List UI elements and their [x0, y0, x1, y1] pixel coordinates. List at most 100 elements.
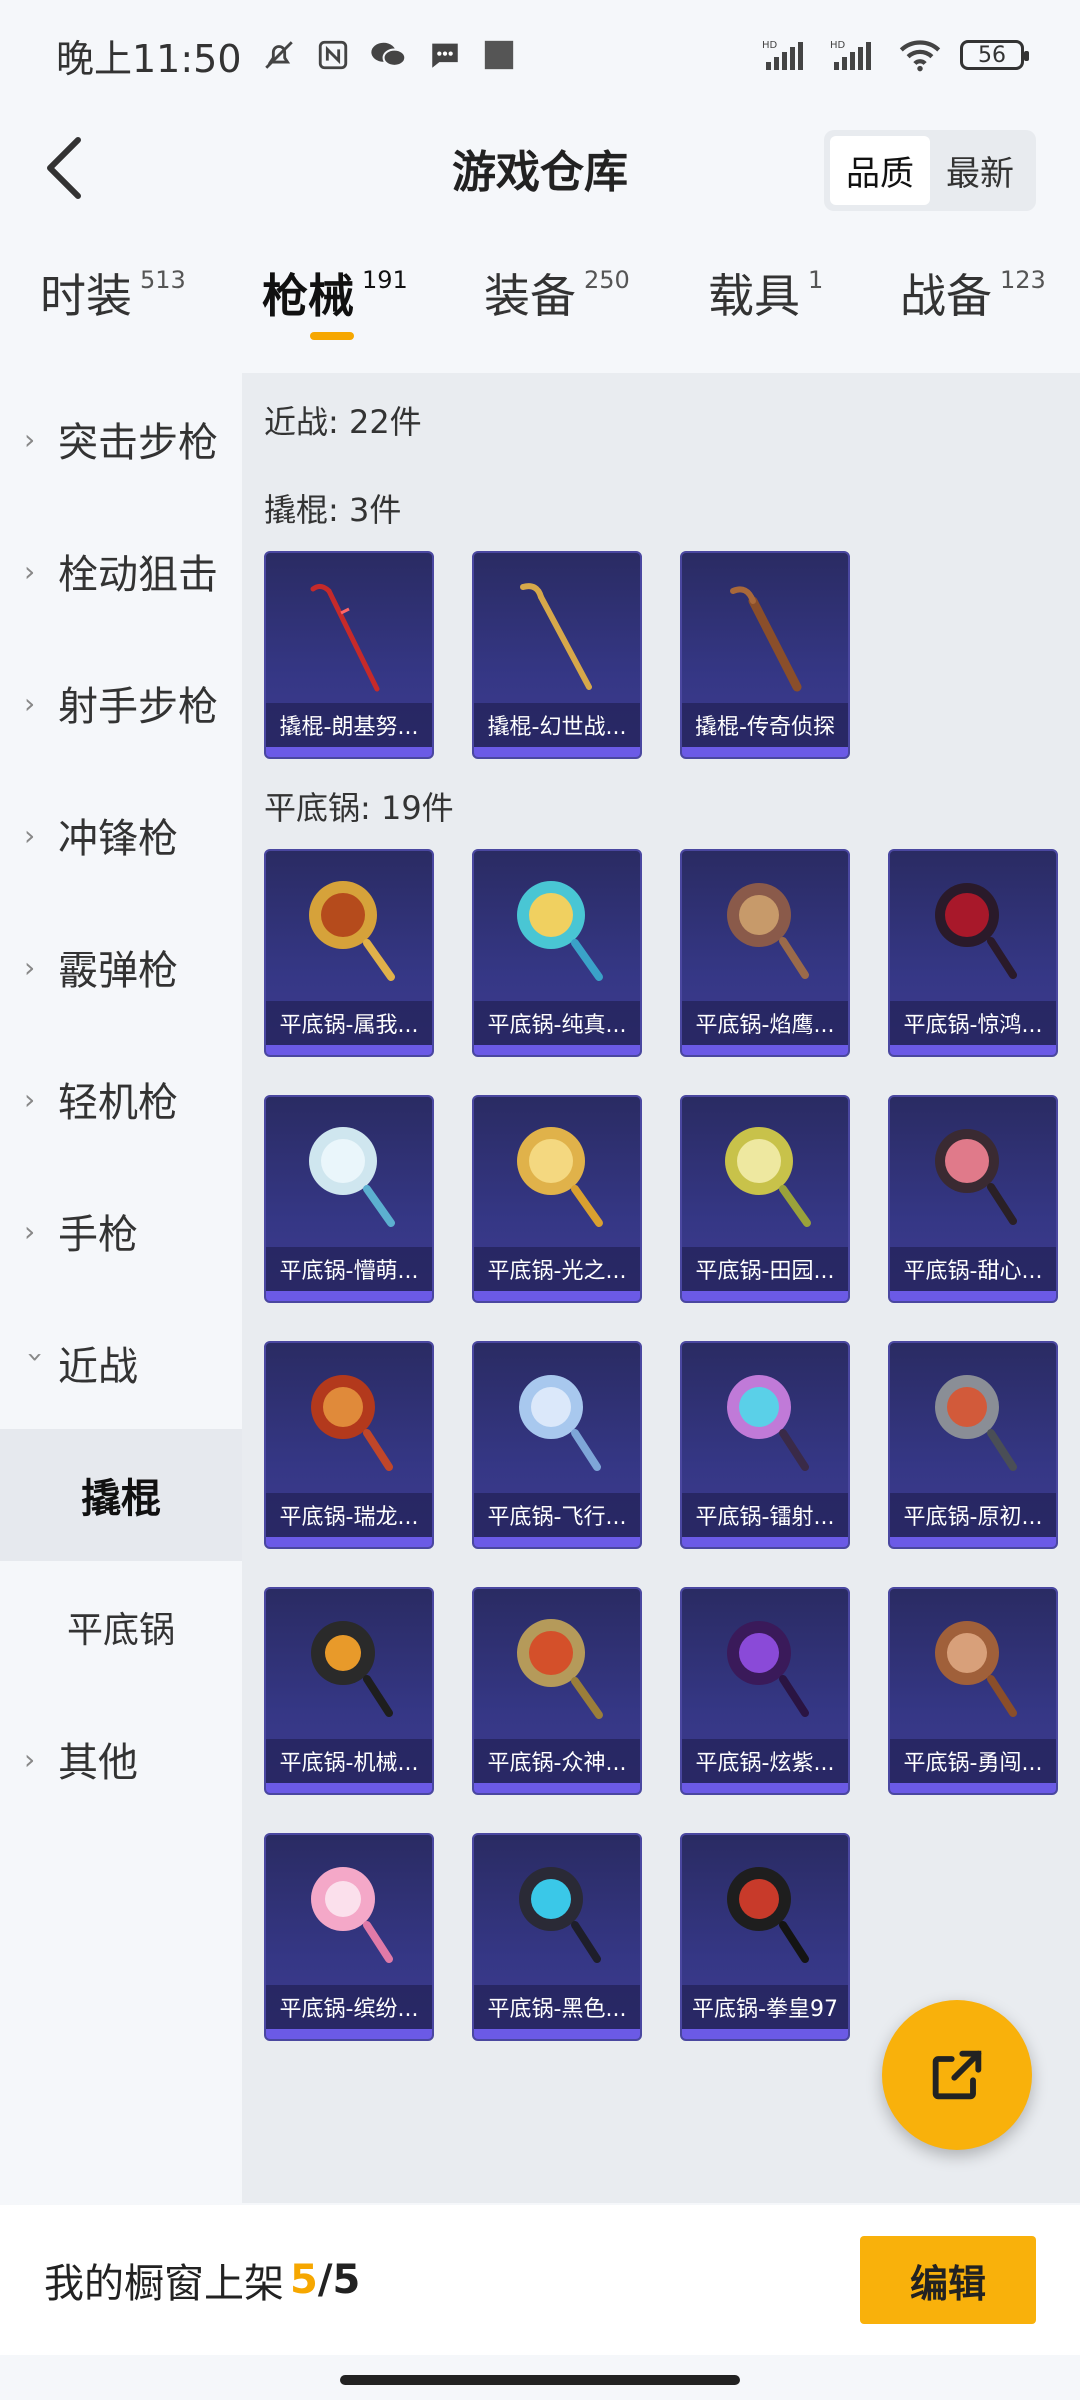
nfc-icon — [316, 38, 350, 72]
rarity-bar — [682, 747, 848, 757]
sidebar-item-label: 近战 — [58, 1344, 138, 1390]
item-card[interactable]: 平底锅-光之... — [472, 1095, 642, 1303]
rarity-bar — [474, 1783, 640, 1793]
pan-icon — [474, 1097, 640, 1252]
rarity-bar — [682, 1783, 848, 1793]
sidebar-item-other[interactable]: › 其他 — [0, 1693, 242, 1825]
item-card[interactable]: 平底锅-黑色... — [472, 1833, 642, 2041]
sidebar-item-lmg[interactable]: › 轻机枪 — [0, 1033, 242, 1165]
item-card[interactable]: 平底锅-飞行... — [472, 1341, 642, 1549]
sidebar-item-label: 手枪 — [58, 1212, 138, 1258]
tab-label: 枪械 — [262, 269, 354, 323]
item-card[interactable]: 撬棍-朗基努... — [264, 551, 434, 759]
item-card[interactable]: 平底锅-懵萌... — [264, 1095, 434, 1303]
item-name: 平底锅-光之... — [474, 1247, 640, 1291]
category-summary: 近战: 22件 — [264, 403, 422, 441]
wifi-icon — [898, 38, 942, 72]
chevron-right-icon: › — [24, 554, 36, 588]
rarity-bar — [474, 747, 640, 757]
sidebar-item-shotgun[interactable]: › 霰弹枪 — [0, 901, 242, 1033]
sidebar-item-assault-rifle[interactable]: › 突击步枪 — [0, 373, 242, 505]
sidebar-item-label: 栓动狙击 — [58, 552, 218, 598]
share-button[interactable] — [882, 2000, 1032, 2150]
sidebar-item-pistol[interactable]: › 手枪 — [0, 1165, 242, 1297]
screen: { "status_bar": { "time": "晚上11:50", "ba… — [0, 0, 1080, 2400]
tab-equipment[interactable]: 装备 250 — [484, 260, 630, 326]
item-card[interactable]: 平底锅-拳皇97 — [680, 1833, 850, 2041]
sidebar-item-bolt-sniper[interactable]: › 栓动狙击 — [0, 505, 242, 637]
item-card[interactable]: 平底锅-炫紫... — [680, 1587, 850, 1795]
showcase-total-count: /5 — [317, 2257, 361, 2303]
item-name: 平底锅-镭射... — [682, 1493, 848, 1537]
sidebar-item-label: 其他 — [58, 1740, 138, 1786]
sidebar-item-marksman-rifle[interactable]: › 射手步枪 — [0, 637, 242, 769]
item-name: 平底锅-田园... — [682, 1247, 848, 1291]
bell-off-icon — [262, 38, 296, 72]
rarity-bar — [474, 1537, 640, 1547]
pan-icon — [266, 1589, 432, 1744]
battery-level: 56 — [978, 42, 1006, 68]
item-card[interactable]: 平底锅-属我... — [264, 849, 434, 1057]
item-card[interactable]: 平底锅-纯真... — [472, 849, 642, 1057]
rarity-bar — [474, 1291, 640, 1301]
item-card[interactable]: 平底锅-田园... — [680, 1095, 850, 1303]
pan-icon — [682, 1835, 848, 1990]
tab-count: 123 — [1000, 266, 1046, 294]
home-indicator[interactable] — [340, 2375, 740, 2385]
chevron-right-icon: › — [24, 422, 36, 456]
crowbar-icon — [266, 553, 432, 708]
notification-square-icon — [482, 38, 516, 72]
tab-fashion[interactable]: 时装 513 — [40, 260, 186, 326]
item-card[interactable]: 平底锅-机械... — [264, 1587, 434, 1795]
chevron-down-icon: › — [19, 1351, 53, 1363]
sidebar-item-melee[interactable]: › 近战 — [0, 1297, 242, 1429]
sort-quality-option[interactable]: 品质 — [830, 136, 930, 205]
item-card[interactable]: 平底锅-惊鸿... — [888, 849, 1058, 1057]
rarity-bar — [890, 1783, 1056, 1793]
tab-count: 250 — [584, 266, 630, 294]
pan-icon — [266, 1343, 432, 1498]
rarity-bar — [682, 1045, 848, 1055]
pan-icon — [890, 1343, 1056, 1498]
sidebar-item-smg[interactable]: › 冲锋枪 — [0, 769, 242, 901]
sort-newest-option[interactable]: 最新 — [930, 136, 1030, 205]
item-card[interactable]: 平底锅-勇闯... — [888, 1587, 1058, 1795]
item-card[interactable]: 平底锅-缤纷... — [264, 1833, 434, 2041]
pan-icon — [266, 1097, 432, 1252]
item-card[interactable]: 撬棍-传奇侦探 — [680, 551, 850, 759]
edit-button[interactable]: 编辑 — [860, 2236, 1036, 2324]
active-tab-indicator — [310, 332, 354, 340]
pan-icon — [474, 1835, 640, 1990]
rarity-bar — [890, 1537, 1056, 1547]
item-name: 平底锅-缤纷... — [266, 1985, 432, 2029]
showcase-label: 我的橱窗上架 — [44, 2261, 284, 2307]
item-card[interactable]: 平底锅-众神... — [472, 1587, 642, 1795]
tab-count: 1 — [808, 266, 824, 294]
showcase-current-count: 5 — [290, 2257, 318, 2303]
message-icon — [428, 38, 462, 72]
item-card[interactable]: 平底锅-焰鹰... — [680, 849, 850, 1057]
sidebar-subitem-crowbar[interactable]: 撬棍 — [0, 1429, 242, 1561]
rarity-bar — [890, 1045, 1056, 1055]
tab-vehicles[interactable]: 载具 1 — [708, 260, 823, 326]
category-tabs: 时装 513 枪械 191 装备 250 载具 1 战备 123 — [0, 260, 1080, 360]
rarity-bar — [266, 747, 432, 757]
item-card[interactable]: 平底锅-镭射... — [680, 1341, 850, 1549]
item-name: 平底锅-飞行... — [474, 1493, 640, 1537]
item-name: 撬棍-朗基努... — [266, 703, 432, 747]
sidebar-subitem-pan[interactable]: 平底锅 — [0, 1561, 242, 1693]
item-card[interactable]: 平底锅-甜心... — [888, 1095, 1058, 1303]
rarity-bar — [474, 1045, 640, 1055]
rarity-bar — [682, 1291, 848, 1301]
chevron-right-icon: › — [24, 686, 36, 720]
item-card[interactable]: 撬棍-幻世战... — [472, 551, 642, 759]
tab-label: 装备 — [484, 269, 576, 323]
pan-icon — [682, 1097, 848, 1252]
rarity-bar — [682, 2029, 848, 2039]
tab-combat-gear[interactable]: 战备 123 — [900, 260, 1046, 326]
item-card[interactable]: 平底锅-瑞龙... — [264, 1341, 434, 1549]
pan-icon — [890, 1097, 1056, 1252]
item-card[interactable]: 平底锅-原初... — [888, 1341, 1058, 1549]
tab-guns[interactable]: 枪械 191 — [262, 260, 408, 340]
item-name: 平底锅-机械... — [266, 1739, 432, 1783]
